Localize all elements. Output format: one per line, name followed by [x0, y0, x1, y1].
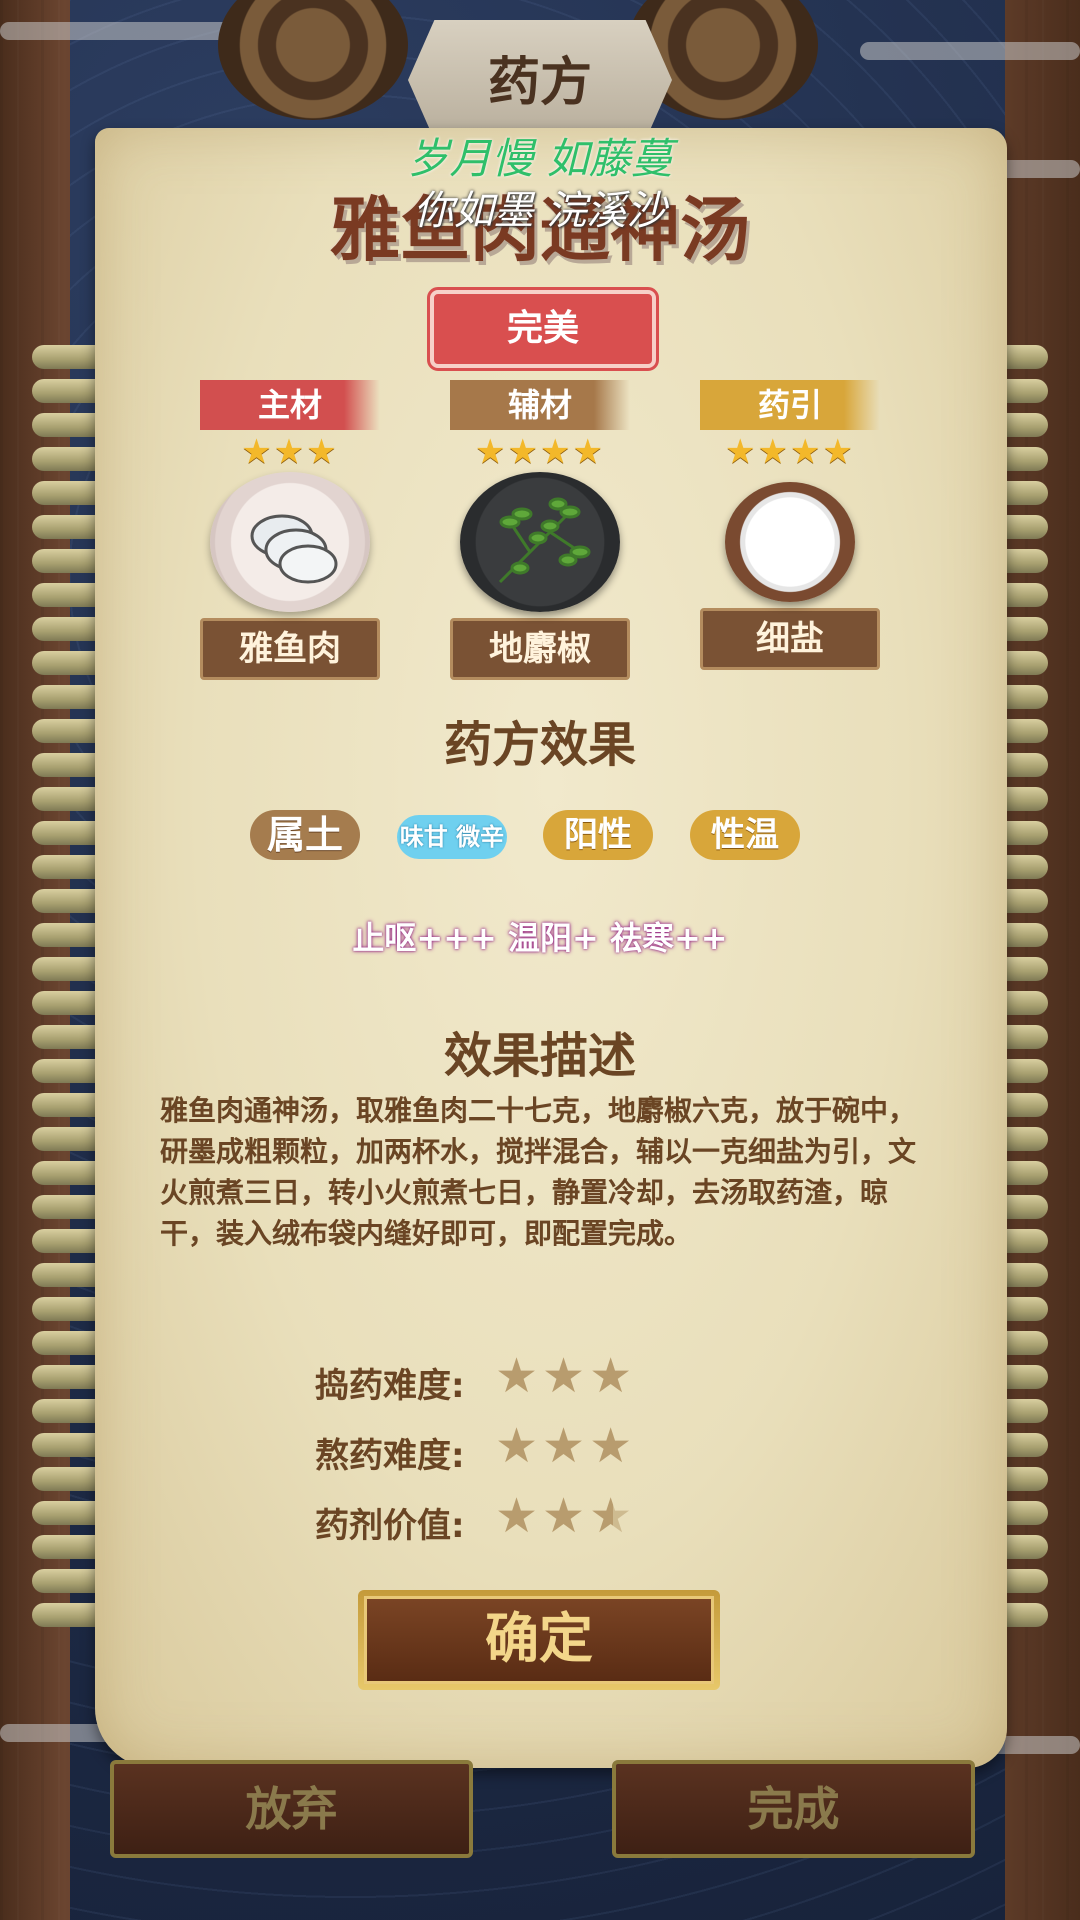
ingredient-auxiliary[interactable]: 辅材 ★★★★ 地麝椒 — [450, 380, 630, 680]
ingredient-role-tag: 药引 — [700, 380, 880, 430]
ingredient-star-rating: ★★★ — [241, 432, 339, 472]
description-section-title: 效果描述 — [443, 1028, 636, 1084]
ingredient-role-tag: 辅材 — [450, 380, 630, 430]
ingredient-name: 地麝椒 — [450, 618, 630, 680]
rating-brewing-difficulty: 熬药难度: ★★★ — [315, 1418, 765, 1478]
abandon-button[interactable]: 放弃 — [110, 1760, 473, 1858]
rating-label: 药剂价值: — [315, 1506, 465, 1546]
rating-label: 捣药难度: — [315, 1366, 465, 1406]
effects-line: 止呕+++ 温阳+ 祛寒++ — [352, 919, 728, 957]
confirm-button[interactable]: 确定 — [358, 1590, 720, 1690]
ingredient-role-tag: 主材 — [200, 380, 380, 430]
rating-pounding-difficulty: 捣药难度: ★★★ — [315, 1348, 765, 1408]
effects-section-title: 药方效果 — [443, 717, 636, 773]
ingredient-star-rating: ★★★★ — [475, 432, 605, 472]
ingredient-main[interactable]: 主材 ★★★ 雅鱼肉 — [200, 380, 380, 680]
fish-meat-plate-icon — [210, 472, 370, 612]
attribute-pill-element: 属土 — [250, 810, 360, 860]
salt-bowl-icon — [725, 482, 855, 602]
page-title: 药方 — [487, 53, 592, 113]
attribute-pill-nature: 性温 — [690, 810, 800, 860]
rating-potion-value: 药剂价值: ★★★ — [315, 1488, 765, 1548]
rating-stars: ★★★ — [495, 1348, 637, 1404]
confirm-button-label: 确定 — [364, 1596, 714, 1684]
complete-button[interactable]: 完成 — [612, 1760, 975, 1858]
description-text: 雅鱼肉通神汤，取雅鱼肉二十七克，地麝椒六克，放于碗中，研墨成粗颗粒，加两杯水，搅… — [160, 1094, 917, 1250]
ingredient-guide[interactable]: 药引 ★★★★ 细盐 — [700, 380, 880, 670]
ingredient-name: 细盐 — [700, 608, 880, 670]
attribute-pill-polarity: 阳性 — [543, 810, 653, 860]
rating-stars: ★★★ — [495, 1488, 637, 1544]
mist-decoration — [860, 42, 1080, 60]
grade-badge: 完美 — [427, 287, 659, 371]
mist-decoration — [0, 22, 240, 40]
herb-plate-icon — [460, 472, 620, 612]
ingredient-star-rating: ★★★★ — [725, 432, 855, 472]
overlay-lyric-line-2: 你如墨 浣溪沙 — [413, 188, 667, 234]
rating-stars: ★★★ — [495, 1418, 637, 1474]
attribute-pill-taste: 味甘 微辛 — [397, 815, 507, 859]
overlay-lyric-line-1: 岁月慢 如藤蔓 — [407, 134, 673, 183]
ingredient-name: 雅鱼肉 — [200, 618, 380, 680]
rating-label: 熬药难度: — [315, 1436, 465, 1476]
